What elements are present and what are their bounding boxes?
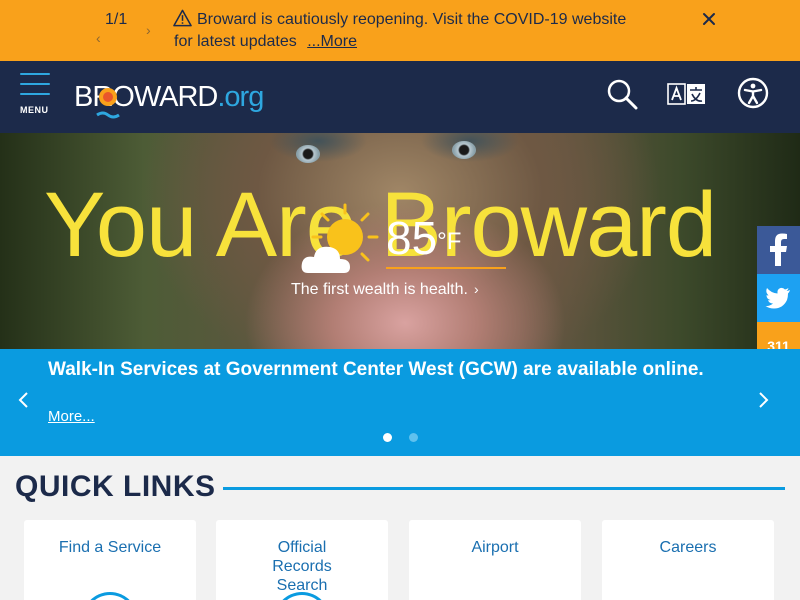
carousel-dot[interactable] xyxy=(409,433,418,442)
hero-tagline: The first wealth is health. xyxy=(291,281,468,298)
airplane-icon xyxy=(467,592,523,600)
broward-logo[interactable]: BROWARD.org xyxy=(74,80,264,124)
quick-link-label: Find a Service xyxy=(58,539,162,556)
hero-image-eye xyxy=(296,145,320,163)
weather-widget[interactable]: 85°F xyxy=(300,203,520,283)
quick-link-card[interactable]: Find a Service xyxy=(24,520,196,600)
quick-links-title: QUICK LINKS xyxy=(15,470,216,503)
alert-message-text: Broward is cautiously reopening. Visit t… xyxy=(174,11,627,50)
carousel-dot-active[interactable] xyxy=(383,433,392,442)
quick-link-label: Careers xyxy=(659,539,717,556)
chevron-right-icon: › xyxy=(473,281,479,297)
service-icon xyxy=(82,592,138,600)
hero-image-eye xyxy=(452,141,476,159)
banner-headline: Walk-In Services at Government Center We… xyxy=(48,359,704,380)
news-banner: Walk-In Services at Government Center We… xyxy=(0,349,800,456)
quick-link-card[interactable]: Careers xyxy=(602,520,774,600)
alert-next-button[interactable]: › xyxy=(146,22,151,38)
banner-more-link[interactable]: More... xyxy=(48,408,95,425)
site-header: MENU BROWARD.org xyxy=(0,61,800,133)
partly-sunny-icon xyxy=(301,203,379,273)
hero-tagline-link[interactable]: The first wealth is health. › xyxy=(291,281,479,299)
quick-link-label: Official Records Search xyxy=(272,539,332,594)
accessibility-icon[interactable] xyxy=(737,77,769,109)
logo-sun-icon xyxy=(96,88,120,119)
quick-link-card[interactable]: Official Records Search xyxy=(216,520,388,600)
alert-message: Broward is cautiously reopening. Visit t… xyxy=(174,9,644,53)
facebook-button[interactable] xyxy=(757,226,800,274)
menu-label: MENU xyxy=(20,105,49,115)
quick-links-divider xyxy=(223,487,785,490)
careers-icon xyxy=(660,592,716,600)
temperature-underline xyxy=(386,267,506,269)
alert-counter: 1/1 xyxy=(105,11,128,28)
quick-link-label: Airport xyxy=(471,539,519,556)
alert-bar: 1/1 ‹ › Broward is cautiously reopening.… xyxy=(0,0,800,61)
hero-section: You Are Broward 85°F The first wealth is… xyxy=(0,133,800,349)
temperature: 85°F xyxy=(386,212,462,264)
quick-link-card[interactable]: Airport xyxy=(409,520,581,600)
facebook-icon xyxy=(770,233,787,266)
twitter-icon xyxy=(765,287,790,309)
translate-icon[interactable] xyxy=(667,82,707,106)
alert-more-link[interactable]: ...More xyxy=(307,33,357,50)
chevron-left-icon[interactable] xyxy=(17,391,31,409)
chevron-right-icon[interactable] xyxy=(756,391,770,409)
twitter-button[interactable] xyxy=(757,274,800,322)
alert-prev-button[interactable]: ‹ xyxy=(96,30,101,46)
close-icon[interactable] xyxy=(700,10,718,28)
menu-button[interactable]: MENU xyxy=(18,71,52,119)
search-icon[interactable] xyxy=(605,78,639,110)
